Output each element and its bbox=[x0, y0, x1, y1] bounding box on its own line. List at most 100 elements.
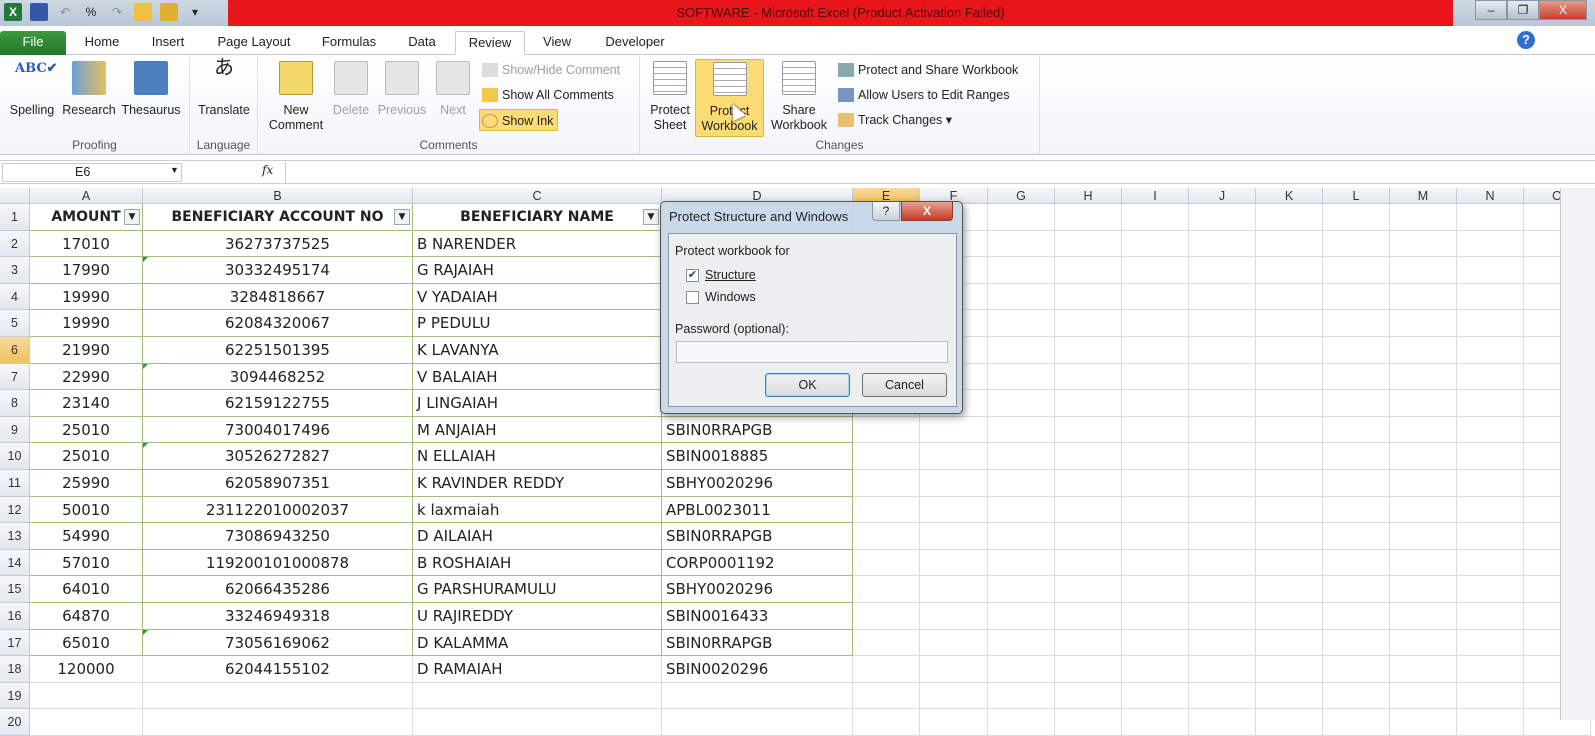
cell[interactable] bbox=[1122, 603, 1189, 630]
cell[interactable] bbox=[1122, 390, 1189, 417]
amount-cell[interactable]: 54990 bbox=[30, 523, 143, 550]
cell[interactable] bbox=[1189, 416, 1256, 444]
cell[interactable] bbox=[853, 470, 920, 497]
cell[interactable] bbox=[1189, 629, 1256, 657]
cell[interactable] bbox=[1055, 629, 1122, 657]
cell[interactable] bbox=[1189, 390, 1256, 417]
column-header-A[interactable]: A bbox=[30, 188, 143, 204]
cell[interactable] bbox=[1390, 204, 1457, 231]
cell[interactable] bbox=[988, 390, 1055, 417]
cell[interactable] bbox=[1457, 656, 1524, 683]
cell[interactable] bbox=[1256, 470, 1323, 497]
close-button[interactable]: X bbox=[1539, 0, 1587, 20]
amount-cell[interactable]: 17010 bbox=[30, 230, 143, 258]
insert-function-icon[interactable]: fx bbox=[262, 163, 273, 177]
row-header-1[interactable]: 1 bbox=[0, 204, 30, 231]
cell[interactable] bbox=[1390, 682, 1457, 710]
amount-cell[interactable]: 120000 bbox=[30, 656, 143, 683]
row-header-14[interactable]: 14 bbox=[0, 549, 30, 577]
name-cell[interactable]: V BALAIAH bbox=[413, 363, 662, 391]
cell[interactable] bbox=[1256, 337, 1323, 364]
cell[interactable] bbox=[1055, 416, 1122, 444]
show-all-comments-button[interactable]: Show All Comments bbox=[480, 84, 614, 106]
name-cell[interactable]: D RAMAIAH bbox=[413, 656, 662, 683]
research-button[interactable]: Research bbox=[60, 59, 118, 118]
cell[interactable] bbox=[853, 682, 920, 710]
name-cell[interactable]: M ANJAIAH bbox=[413, 416, 662, 444]
cell[interactable] bbox=[853, 523, 920, 550]
column-header-N[interactable]: N bbox=[1457, 188, 1524, 204]
amount-cell[interactable]: 64870 bbox=[30, 603, 143, 630]
cell[interactable] bbox=[1122, 656, 1189, 683]
cell[interactable] bbox=[1122, 709, 1189, 736]
cell[interactable] bbox=[1457, 682, 1524, 710]
cell[interactable] bbox=[1323, 576, 1390, 603]
amount-cell[interactable]: 17990 bbox=[30, 257, 143, 284]
name-cell[interactable]: B NARENDER bbox=[413, 230, 662, 258]
cell[interactable] bbox=[1323, 230, 1390, 258]
name-cell[interactable]: G RAJAIAH bbox=[413, 257, 662, 284]
cell[interactable] bbox=[920, 603, 988, 630]
cell[interactable] bbox=[920, 682, 988, 710]
account-no-cell[interactable]: 62251501395 bbox=[143, 337, 413, 364]
next-comment-button[interactable]: Next bbox=[432, 59, 474, 118]
column-header-M[interactable]: M bbox=[1390, 188, 1457, 204]
track-changes-button[interactable]: Track Changes ▾ bbox=[836, 109, 952, 131]
cell[interactable] bbox=[1055, 682, 1122, 710]
cell[interactable] bbox=[920, 416, 988, 444]
ifsc-cell[interactable]: SBIN0016433 bbox=[662, 603, 853, 630]
row-header-9[interactable]: 9 bbox=[0, 416, 30, 444]
cell[interactable] bbox=[988, 443, 1055, 470]
cell[interactable] bbox=[1256, 204, 1323, 231]
cell[interactable] bbox=[1055, 230, 1122, 258]
cell[interactable] bbox=[1390, 310, 1457, 337]
ifsc-cell[interactable]: SBHY0020296 bbox=[662, 470, 853, 497]
account-no-cell[interactable]: 30526272827 bbox=[143, 443, 413, 470]
cell[interactable] bbox=[1256, 523, 1323, 550]
cell[interactable] bbox=[1122, 363, 1189, 391]
name-cell[interactable]: D AILAIAH bbox=[413, 523, 662, 550]
cell[interactable] bbox=[1122, 230, 1189, 258]
cell[interactable] bbox=[853, 549, 920, 577]
cell[interactable] bbox=[1323, 363, 1390, 391]
name-cell[interactable]: U RAJIREDDY bbox=[413, 603, 662, 630]
cell[interactable] bbox=[1055, 709, 1122, 736]
select-all-corner[interactable] bbox=[0, 188, 30, 204]
tab-formulas[interactable]: Formulas bbox=[312, 31, 386, 55]
cell[interactable] bbox=[920, 629, 988, 657]
row-header-5[interactable]: 5 bbox=[0, 310, 30, 337]
cell[interactable] bbox=[1256, 310, 1323, 337]
name-cell[interactable]: K LAVANYA bbox=[413, 337, 662, 364]
cell[interactable] bbox=[1457, 603, 1524, 630]
cell[interactable] bbox=[1323, 496, 1390, 524]
cell[interactable] bbox=[1256, 390, 1323, 417]
header-cell[interactable]: BENEFICIARY ACCOUNT NO ▼ bbox=[143, 204, 413, 231]
cell[interactable] bbox=[920, 496, 988, 524]
ifsc-cell[interactable]: SBIN0RRAPGB bbox=[662, 416, 853, 444]
cell[interactable] bbox=[1457, 576, 1524, 603]
cell[interactable] bbox=[1256, 576, 1323, 603]
cell[interactable] bbox=[1390, 363, 1457, 391]
column-header-B[interactable]: B bbox=[143, 188, 413, 204]
cell[interactable] bbox=[1457, 310, 1524, 337]
cell[interactable] bbox=[1323, 390, 1390, 417]
cell[interactable] bbox=[920, 549, 988, 577]
cell[interactable] bbox=[143, 709, 413, 736]
cell[interactable] bbox=[1323, 443, 1390, 470]
name-cell[interactable]: K RAVINDER REDDY bbox=[413, 470, 662, 497]
cell[interactable] bbox=[1189, 682, 1256, 710]
cell[interactable] bbox=[1323, 337, 1390, 364]
cell[interactable] bbox=[1189, 443, 1256, 470]
cell[interactable] bbox=[1390, 629, 1457, 657]
cell[interactable] bbox=[1390, 230, 1457, 258]
tab-file[interactable]: File bbox=[0, 31, 66, 55]
cell[interactable] bbox=[1457, 230, 1524, 258]
name-cell[interactable]: P PEDULU bbox=[413, 310, 662, 337]
cell[interactable] bbox=[920, 576, 988, 603]
cell[interactable] bbox=[1323, 204, 1390, 231]
cell[interactable] bbox=[1390, 443, 1457, 470]
cell[interactable] bbox=[30, 682, 143, 710]
name-cell[interactable]: J LINGAIAH bbox=[413, 390, 662, 417]
header-cell[interactable]: BENEFICIARY NAME ▼ bbox=[413, 204, 662, 231]
account-no-cell[interactable]: 62066435286 bbox=[143, 576, 413, 603]
